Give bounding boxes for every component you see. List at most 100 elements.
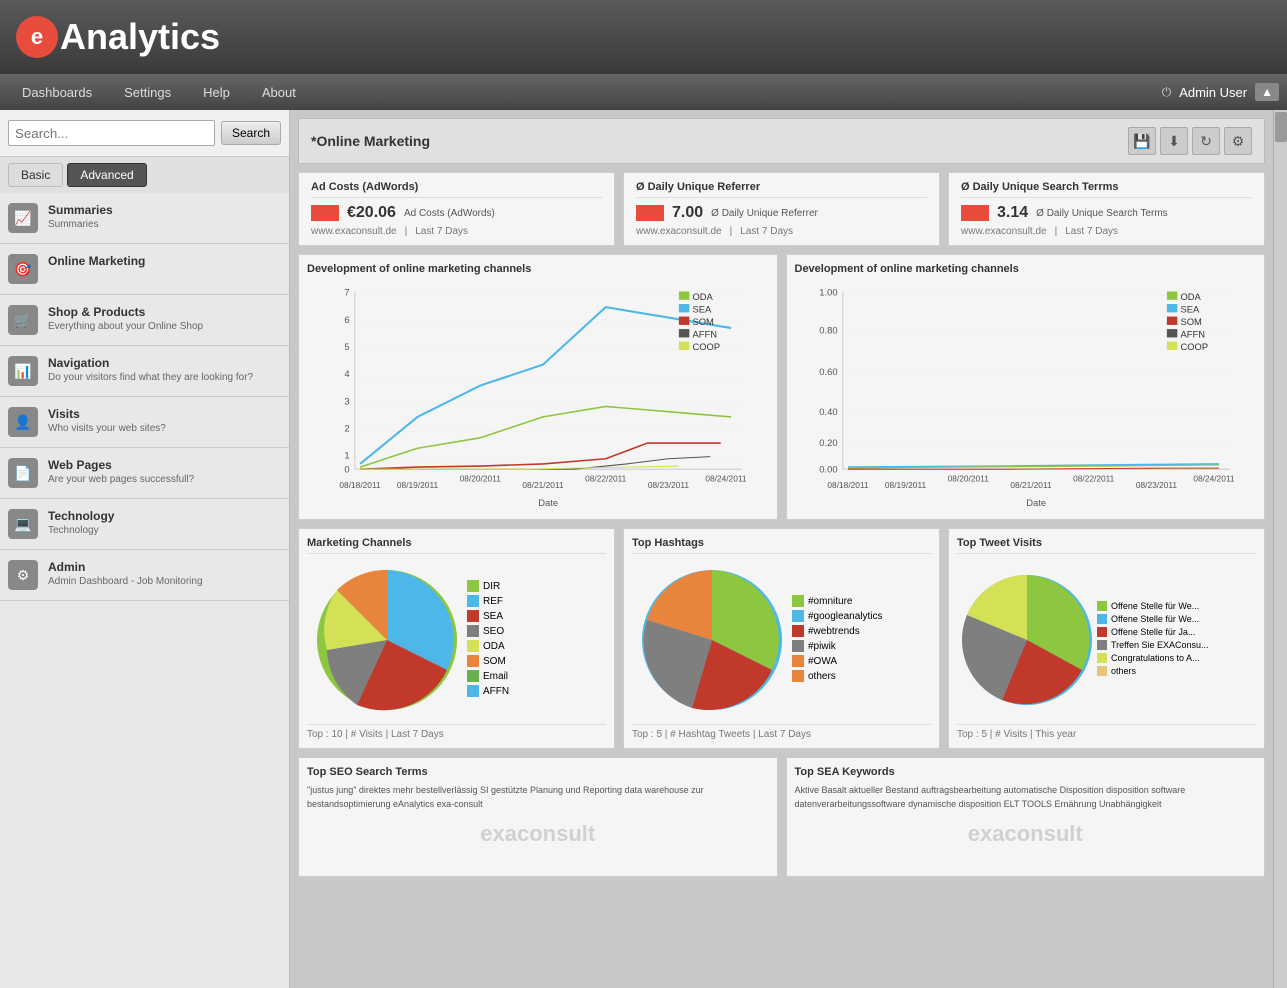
chart-right-svg: 1.00 0.80 0.60 0.40 0.20 0.00 [795,281,1257,511]
svg-text:ODA: ODA [692,291,713,302]
nav-help[interactable]: Help [189,79,244,106]
svg-text:0.60: 0.60 [819,366,837,377]
app-title: Analytics [60,16,220,58]
sidebar-item-online-marketing[interactable]: 🎯 Online Marketing [0,244,289,295]
chart-left-title: Development of online marketing channels [307,263,769,275]
legend-tweet-1-label: Offene Stelle für We... [1111,614,1199,624]
chevron-up-icon[interactable]: ▲ [1255,83,1279,101]
legend-seo: SEO [467,625,509,637]
legend-tweet-5: others [1097,666,1209,676]
kpi-ad-costs-label: Ad Costs (AdWords) [404,208,495,219]
svg-text:1: 1 [344,450,349,461]
shop-products-icon: 🛒 [8,305,38,335]
search-input[interactable] [8,120,215,146]
legend-affn: AFFN [467,685,509,697]
page-title: *Online Marketing [311,133,430,149]
legend-tweet-3-label: Treffen Sie EXAConsu... [1111,640,1209,650]
kpi-search-terms: Ø Daily Unique Search Terrms 3.14 Ø Dail… [948,172,1265,246]
svg-text:AFFN: AFFN [1180,328,1205,339]
admin-icon: ⚙ [8,560,38,590]
svg-text:0: 0 [344,463,349,474]
legend-email: Email [467,670,509,682]
kpi-search-terms-value-row: 3.14 Ø Daily Unique Search Terms [961,204,1252,222]
marketing-channels-content: DIR REF SEA SEO [307,560,606,720]
refresh-icon[interactable]: ↻ [1192,127,1220,155]
legend-ref-label: REF [483,596,503,607]
svg-text:3: 3 [344,395,349,406]
sidebar-item-visits[interactable]: 👤 Visits Who visits your web sites? [0,397,289,448]
kpi-ad-costs: Ad Costs (AdWords) €20.06 Ad Costs (AdWo… [298,172,615,246]
kpi-ad-costs-value-row: €20.06 Ad Costs (AdWords) [311,204,602,222]
nav-right: ⏻ Admin User ▲ [1162,83,1279,101]
sidebar-item-text-online-marketing: Online Marketing [48,254,145,270]
kpi-search-terms-footer: www.exaconsult.de | Last 7 Days [961,226,1252,237]
download-icon[interactable]: ⬇ [1160,127,1188,155]
sidebar-item-navigation[interactable]: 📊 Navigation Do your visitors find what … [0,346,289,397]
svg-text:08/22/2011: 08/22/2011 [585,474,627,484]
kpi-search-terms-value: 3.14 [997,204,1028,222]
nav-settings[interactable]: Settings [110,79,185,106]
sea-watermark: exaconsult [795,811,1257,857]
top-tweet-legend: Offene Stelle für We... Offene Stelle fü… [1097,601,1209,679]
search-button[interactable]: Search [221,121,281,145]
summaries-icon: 📈 [8,203,38,233]
svg-text:08/24/2011: 08/24/2011 [1193,474,1235,484]
kpi-referrer-footer: www.exaconsult.de | Last 7 Days [636,226,927,237]
scroll-thumb[interactable] [1275,112,1287,142]
svg-text:08/18/2011: 08/18/2011 [827,480,869,490]
legend-owa: #OWA [792,655,883,667]
kpi-ad-costs-site: www.exaconsult.de [311,226,397,237]
sidebar-item-shop-products[interactable]: 🛒 Shop & Products Everything about your … [0,295,289,346]
legend-tweet-2: Offene Stelle für Ja... [1097,627,1209,637]
sidebar-item-technology[interactable]: 💻 Technology Technology [0,499,289,550]
legend-piwik-color [792,640,804,652]
kpi-row: Ad Costs (AdWords) €20.06 Ad Costs (AdWo… [298,172,1265,246]
kpi-search-terms-site: www.exaconsult.de [961,226,1047,237]
top-hashtags-legend: #omniture #googleanalytics #webtrends [792,595,883,685]
seo-content: "justus jung" direktes mehr bestellverlä… [307,784,769,811]
legend-googleanalytics: #googleanalytics [792,610,883,622]
svg-text:08/21/2011: 08/21/2011 [1010,480,1052,490]
svg-text:COOP: COOP [1180,341,1208,352]
top-hashtags-footer: Top : 5 | # Hashtag Tweets | Last 7 Days [632,724,931,740]
sidebar-item-web-pages[interactable]: 📄 Web Pages Are your web pages successfu… [0,448,289,499]
sidebar: Search Basic Advanced 📈 Summaries Summar… [0,110,290,988]
legend-piwik-label: #piwik [808,641,836,652]
legend-seo-color [467,625,479,637]
svg-text:SEA: SEA [1180,303,1200,314]
legend-sea: SEA [467,610,509,622]
chart-right: Development of online marketing channels… [786,254,1266,520]
tab-advanced[interactable]: Advanced [67,163,146,187]
save-icon[interactable]: 💾 [1128,127,1156,155]
svg-text:ODA: ODA [1180,291,1201,302]
settings-icon[interactable]: ⚙ [1224,127,1252,155]
svg-text:08/20/2011: 08/20/2011 [460,474,502,484]
marketing-channels-title: Marketing Channels [307,537,606,554]
sidebar-item-admin[interactable]: ⚙ Admin Admin Dashboard - Job Monitoring [0,550,289,601]
sidebar-item-text-admin: Admin Admin Dashboard - Job Monitoring [48,560,203,587]
kpi-ad-costs-footer: www.exaconsult.de | Last 7 Days [311,226,602,237]
nav-about[interactable]: About [248,79,310,106]
navbar: Dashboards Settings Help About ⏻ Admin U… [0,74,1287,110]
svg-text:08/22/2011: 08/22/2011 [1073,474,1115,484]
legend-tweet-3-color [1097,640,1107,650]
tab-basic[interactable]: Basic [8,163,63,187]
kpi-search-terms-label: Ø Daily Unique Search Terms [1036,208,1168,219]
nav-dashboards[interactable]: Dashboards [8,79,106,106]
legend-email-label: Email [483,671,508,682]
chart-left-svg: 7 6 5 4 3 2 1 0 [307,281,769,511]
legend-som: SOM [467,655,509,667]
svg-text:Date: Date [538,497,558,508]
sidebar-item-text-shop-products: Shop & Products Everything about your On… [48,305,203,332]
legend-webtrends-color [792,625,804,637]
scrollbar[interactable] [1273,110,1287,988]
legend-affn-color [467,685,479,697]
kpi-ad-costs-period: Last 7 Days [415,226,468,237]
nav-items: Dashboards Settings Help About [8,79,310,106]
navigation-icon: 📊 [8,356,38,386]
logo-icon: e [16,16,58,58]
sidebar-item-text-navigation: Navigation Do your visitors find what th… [48,356,253,383]
marketing-channels-footer: Top : 10 | # Visits | Last 7 Days [307,724,606,740]
sidebar-item-summaries[interactable]: 📈 Summaries Summaries [0,193,289,244]
power-icon[interactable]: ⏻ [1162,85,1172,100]
